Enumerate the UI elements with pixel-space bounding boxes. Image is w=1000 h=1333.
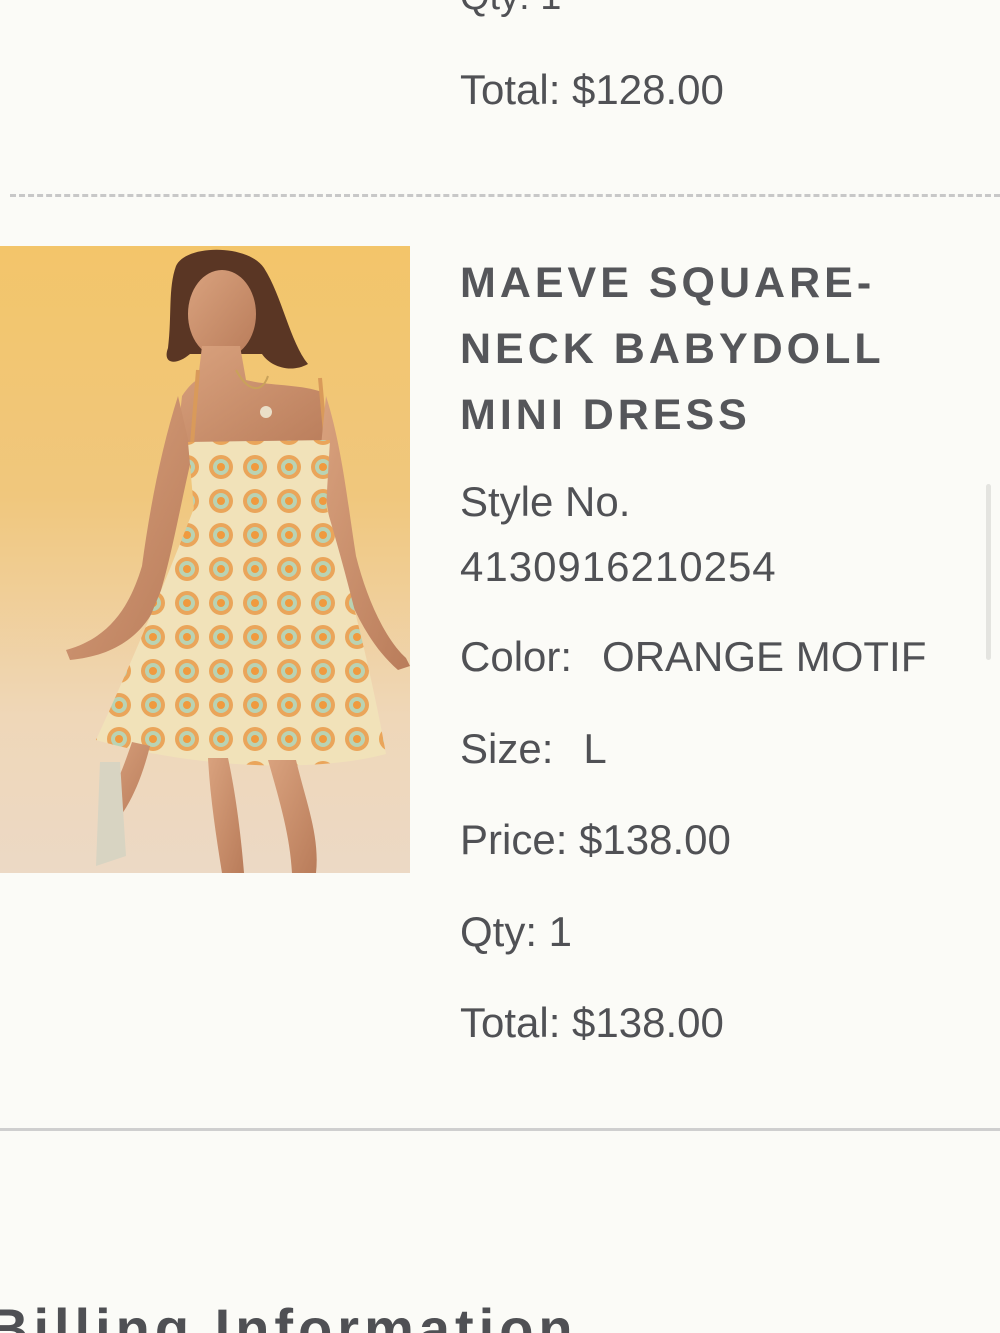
billing-heading: Billing Information — [0, 1297, 578, 1333]
color-label: Color: — [460, 633, 573, 680]
style-number-value: 4130916210254 — [460, 543, 777, 590]
size-value: L — [583, 725, 607, 772]
price-row: Price: $138.00 — [460, 816, 731, 863]
product-image[interactable] — [0, 246, 410, 873]
order-summary-page: Qty: 1 Total: $128.00 — [0, 0, 1000, 1333]
size-label: Size: — [460, 725, 554, 772]
product-photo-icon — [66, 249, 410, 873]
color-row: Color: ORANGE MOTIF — [460, 633, 926, 681]
total-row: Total: $138.00 — [460, 999, 724, 1046]
product-title[interactable]: MAEVE SQUARE-NECK BABYDOLL MINI DRESS — [460, 250, 960, 448]
item-divider — [10, 194, 1000, 197]
previous-item-qty: Qty: 1 — [460, 0, 561, 19]
qty-row: Qty: 1 — [460, 908, 573, 955]
size-row: Size: L — [460, 725, 607, 773]
section-divider — [0, 1128, 1000, 1131]
color-value: ORANGE MOTIF — [602, 633, 927, 680]
previous-item-total: Total: $128.00 — [460, 66, 724, 113]
style-number-label: Style No. — [460, 478, 631, 525]
scrollbar[interactable] — [986, 484, 991, 660]
